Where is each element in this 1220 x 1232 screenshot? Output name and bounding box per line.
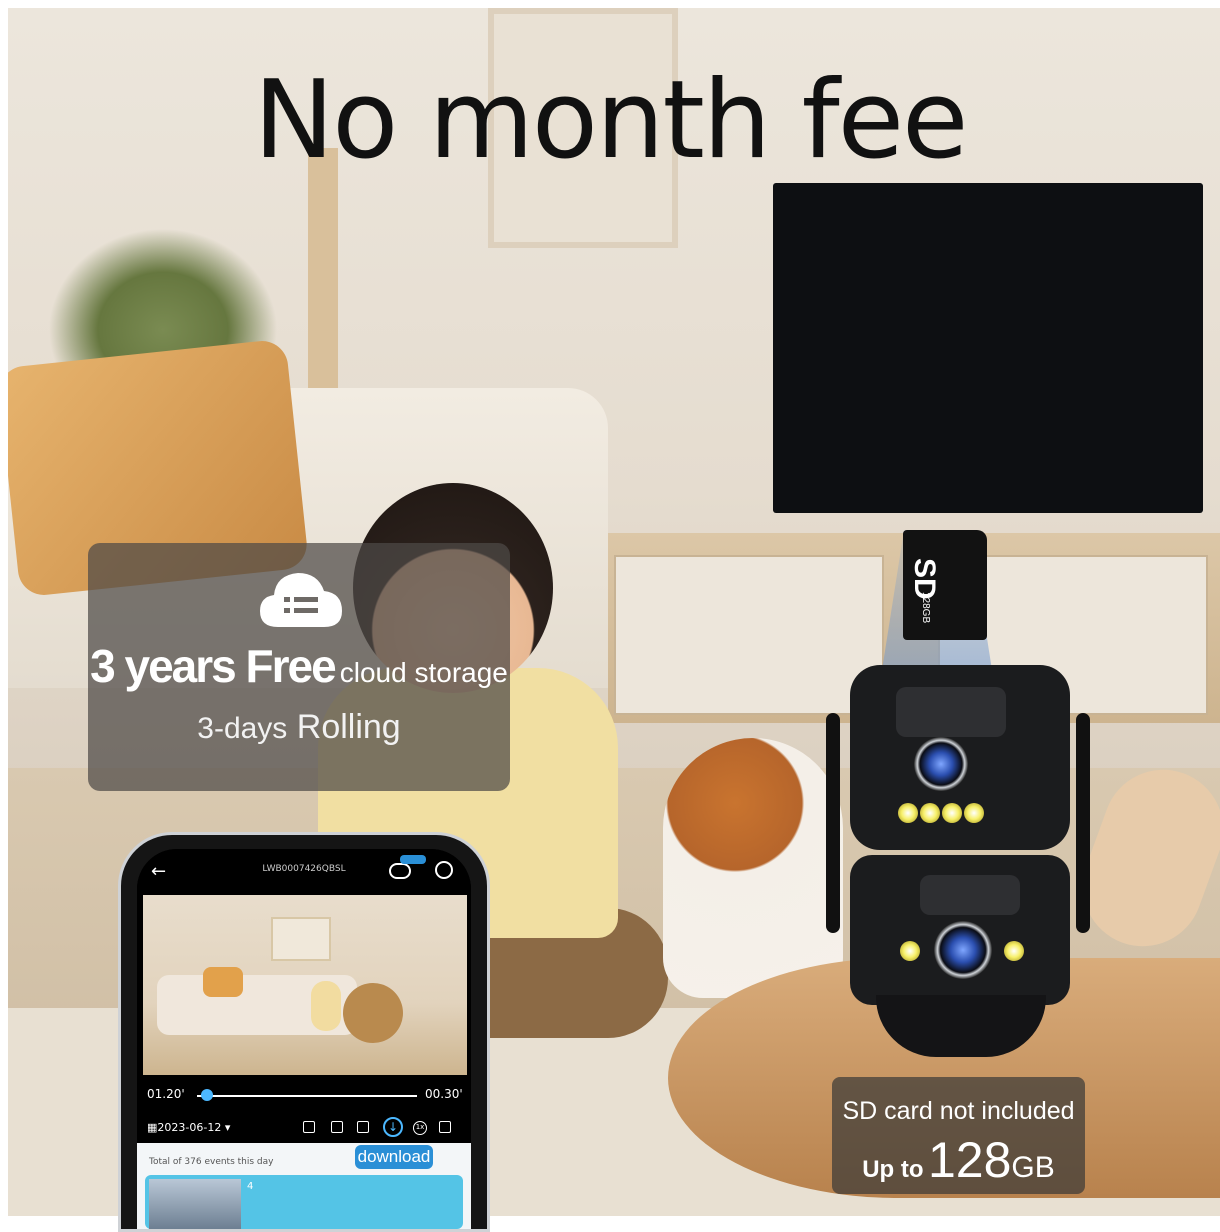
event-list: Total of 376 events this day download 4 — [137, 1143, 471, 1229]
camera-lens-upper — [914, 737, 968, 791]
cloud-badge — [400, 855, 426, 864]
cloud-title: 3 years Free cloud storage — [88, 639, 510, 693]
camera-led — [1004, 941, 1024, 961]
event-number: 4 — [247, 1181, 254, 1192]
sd-note-unit: GB — [1011, 1151, 1055, 1184]
camera-snapshot-icon[interactable] — [439, 1121, 451, 1133]
share-icon[interactable] — [357, 1121, 369, 1133]
cloud-subtitle-days: 3-days — [197, 712, 288, 745]
camera-lower-body — [850, 855, 1070, 1005]
security-camera — [826, 665, 1094, 1060]
event-thumbnail — [149, 1179, 241, 1229]
camera-base — [876, 995, 1046, 1057]
download-button[interactable]: download — [355, 1145, 433, 1169]
device-id: LWB0007426QBSL — [262, 864, 346, 874]
video-pillow — [203, 967, 243, 997]
speed-button[interactable]: 1x — [413, 1121, 427, 1135]
sd-card-capacity: 128GB — [920, 592, 931, 624]
television — [773, 183, 1203, 513]
dog — [663, 738, 843, 998]
camera-visor-lower — [920, 875, 1020, 915]
date-selector[interactable]: ▦2023-06-12 ▾ — [147, 1121, 230, 1134]
settings-gear-icon[interactable] — [435, 861, 453, 879]
sd-note-upto: Up to — [862, 1156, 924, 1183]
screenshot-icon[interactable] — [303, 1121, 315, 1133]
headline: No month fee — [253, 58, 969, 183]
camera-led — [942, 803, 962, 823]
event-row[interactable]: 4 — [145, 1175, 463, 1229]
camera-led — [920, 803, 940, 823]
floor-lamp — [308, 148, 338, 408]
camera-led — [964, 803, 984, 823]
camera-lens-lower — [934, 921, 992, 979]
camera-upper-body — [850, 665, 1070, 850]
camera-antenna-right — [1076, 713, 1090, 933]
events-total: Total of 376 events this day — [149, 1157, 274, 1167]
camera-led — [898, 803, 918, 823]
download-icon[interactable]: ↓ — [383, 1117, 403, 1137]
smartphone: ← LWB0007426QBSL 01.20' 00.30' ▦2023-06-… — [118, 832, 490, 1232]
sd-note-number: 128 — [927, 1132, 1012, 1188]
camera-antenna-left — [826, 713, 840, 933]
video-dog — [343, 983, 403, 1043]
time-end: 00.30' — [425, 1087, 463, 1101]
cloud-subtitle: 3-days Rolling — [88, 708, 510, 747]
app-header: ← LWB0007426QBSL — [137, 849, 471, 893]
cloud-storage-card: 3 years Free cloud storage 3-days Rollin… — [88, 543, 510, 791]
sd-card-note: SD card not included Up to 128GB — [832, 1077, 1085, 1194]
cloud-title-small: cloud storage — [339, 657, 508, 688]
timeline-track[interactable] — [197, 1095, 417, 1097]
camera-led — [900, 941, 920, 961]
playback-toolbar: ▦2023-06-12 ▾ ↓ 1x — [137, 1111, 471, 1143]
cloud-list-icon — [260, 573, 342, 627]
camera-visor — [896, 687, 1006, 737]
cloud-subtitle-rolling: Rolling — [296, 708, 401, 746]
playback-timeline: 01.20' 00.30' — [137, 1079, 471, 1111]
delete-icon[interactable] — [331, 1121, 343, 1133]
video-child — [311, 981, 341, 1031]
sd-note-line1: SD card not included — [842, 1097, 1075, 1125]
cloud-icon[interactable] — [389, 863, 411, 879]
camera-live-view[interactable] — [143, 895, 467, 1075]
timeline-knob[interactable] — [201, 1089, 213, 1101]
cloud-title-big: 3 years Free — [90, 640, 337, 692]
sd-note-capacity: Up to 128GB — [832, 1131, 1085, 1189]
time-start: 01.20' — [147, 1087, 185, 1101]
date-value: 2023-06-12 — [157, 1121, 222, 1134]
sd-card: SD 128GB — [903, 530, 987, 640]
phone-screen: ← LWB0007426QBSL 01.20' 00.30' ▦2023-06-… — [137, 849, 471, 1229]
video-wall-art — [271, 917, 331, 961]
